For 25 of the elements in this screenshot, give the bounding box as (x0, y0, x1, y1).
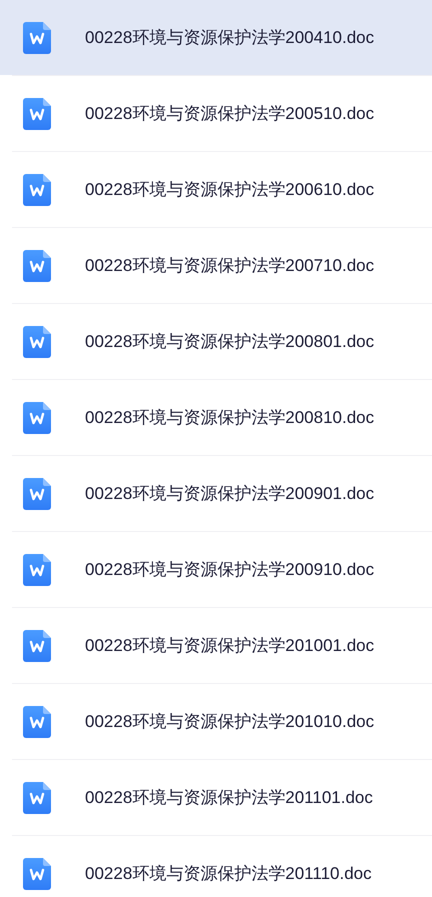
document-icon (23, 554, 51, 586)
document-icon (23, 326, 51, 358)
file-name: 00228环境与资源保护法学200710.doc (85, 255, 374, 277)
document-icon (23, 402, 51, 434)
file-name: 00228环境与资源保护法学200910.doc (85, 559, 374, 581)
file-name: 00228环境与资源保护法学200901.doc (85, 483, 374, 505)
file-name: 00228环境与资源保护法学201010.doc (85, 711, 374, 733)
document-icon (23, 22, 51, 54)
file-name: 00228环境与资源保护法学200801.doc (85, 331, 374, 353)
file-name: 00228环境与资源保护法学201001.doc (85, 635, 374, 657)
document-icon (23, 174, 51, 206)
document-icon (23, 858, 51, 890)
file-row[interactable]: 00228环境与资源保护法学200410.doc (0, 0, 432, 75)
document-icon (23, 250, 51, 282)
document-icon (23, 478, 51, 510)
file-name: 00228环境与资源保护法学200610.doc (85, 179, 374, 201)
document-icon (23, 782, 51, 814)
file-name: 00228环境与资源保护法学201101.doc (85, 787, 373, 809)
file-name: 00228环境与资源保护法学201110.doc (85, 863, 372, 885)
document-icon (23, 98, 51, 130)
document-icon (23, 630, 51, 662)
document-icon (23, 706, 51, 738)
file-name: 00228环境与资源保护法学200410.doc (85, 27, 374, 49)
file-name: 00228环境与资源保护法学200810.doc (85, 407, 374, 429)
file-name: 00228环境与资源保护法学200510.doc (85, 103, 374, 125)
